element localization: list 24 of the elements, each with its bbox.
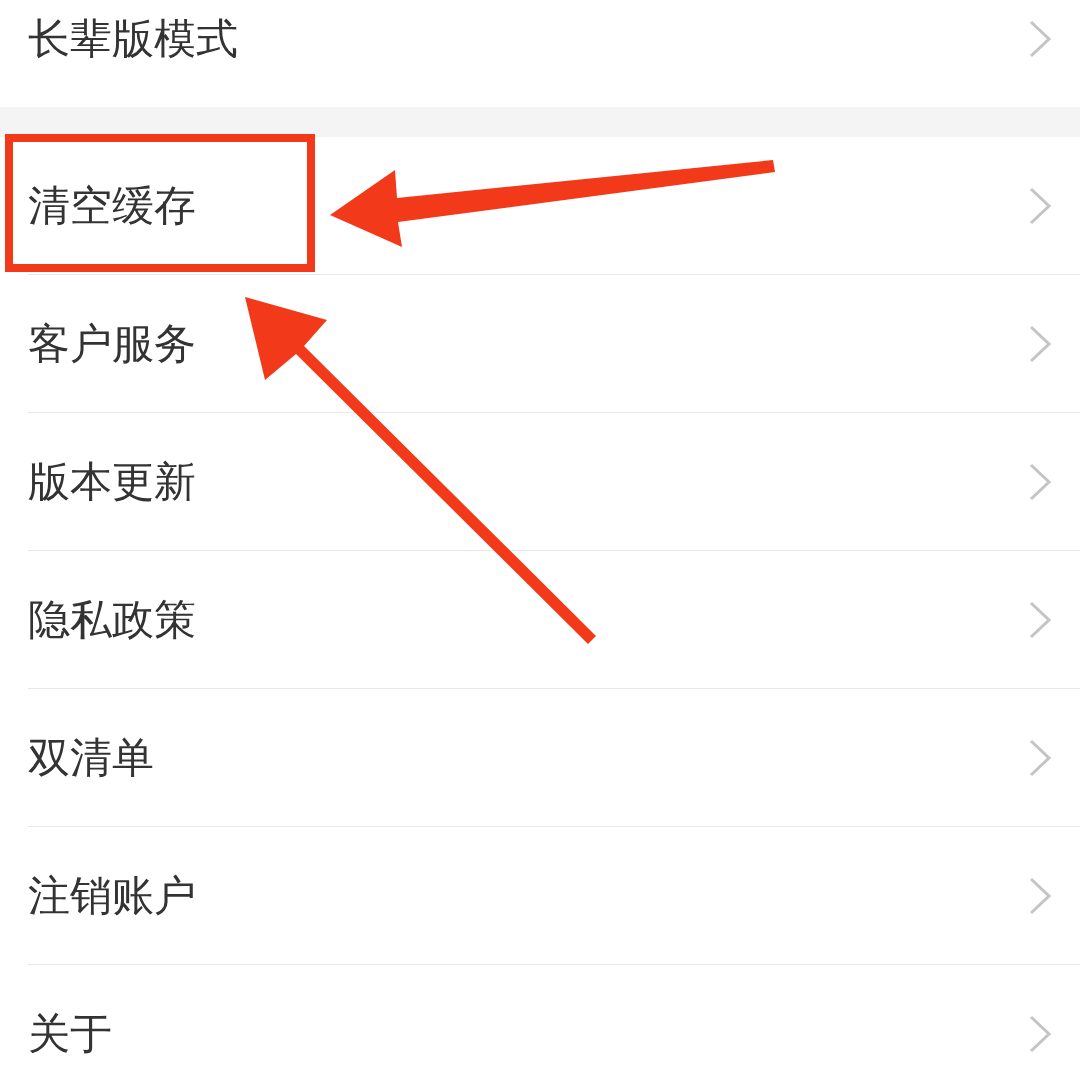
chevron-right-icon — [1028, 186, 1052, 225]
row-label: 注销账户 — [28, 874, 196, 917]
row-label: 长辈版模式 — [28, 17, 238, 60]
row-label: 关于 — [28, 1012, 112, 1055]
settings-row[interactable]: 客户服务 — [0, 275, 1080, 412]
chevron-right-icon — [1028, 462, 1052, 501]
row-label: 隐私政策 — [28, 598, 196, 641]
chevron-right-icon — [1028, 600, 1052, 639]
chevron-right-icon — [1028, 19, 1052, 58]
settings-row[interactable]: 长辈版模式 — [0, 0, 1080, 107]
chevron-right-icon — [1028, 738, 1052, 777]
settings-row[interactable]: 隐私政策 — [0, 551, 1080, 688]
row-label: 客户服务 — [28, 322, 196, 365]
settings-row[interactable]: 版本更新 — [0, 413, 1080, 550]
chevron-right-icon — [1028, 876, 1052, 915]
chevron-right-icon — [1028, 1014, 1052, 1053]
row-label: 版本更新 — [28, 460, 196, 503]
row-label: 清空缓存 — [28, 184, 196, 227]
settings-row[interactable]: 注销账户 — [0, 827, 1080, 964]
settings-row[interactable]: 清空缓存 — [0, 137, 1080, 274]
settings-row[interactable]: 关于 — [0, 965, 1080, 1080]
chevron-right-icon — [1028, 324, 1052, 363]
row-label: 双清单 — [28, 736, 154, 779]
settings-row[interactable]: 双清单 — [0, 689, 1080, 826]
